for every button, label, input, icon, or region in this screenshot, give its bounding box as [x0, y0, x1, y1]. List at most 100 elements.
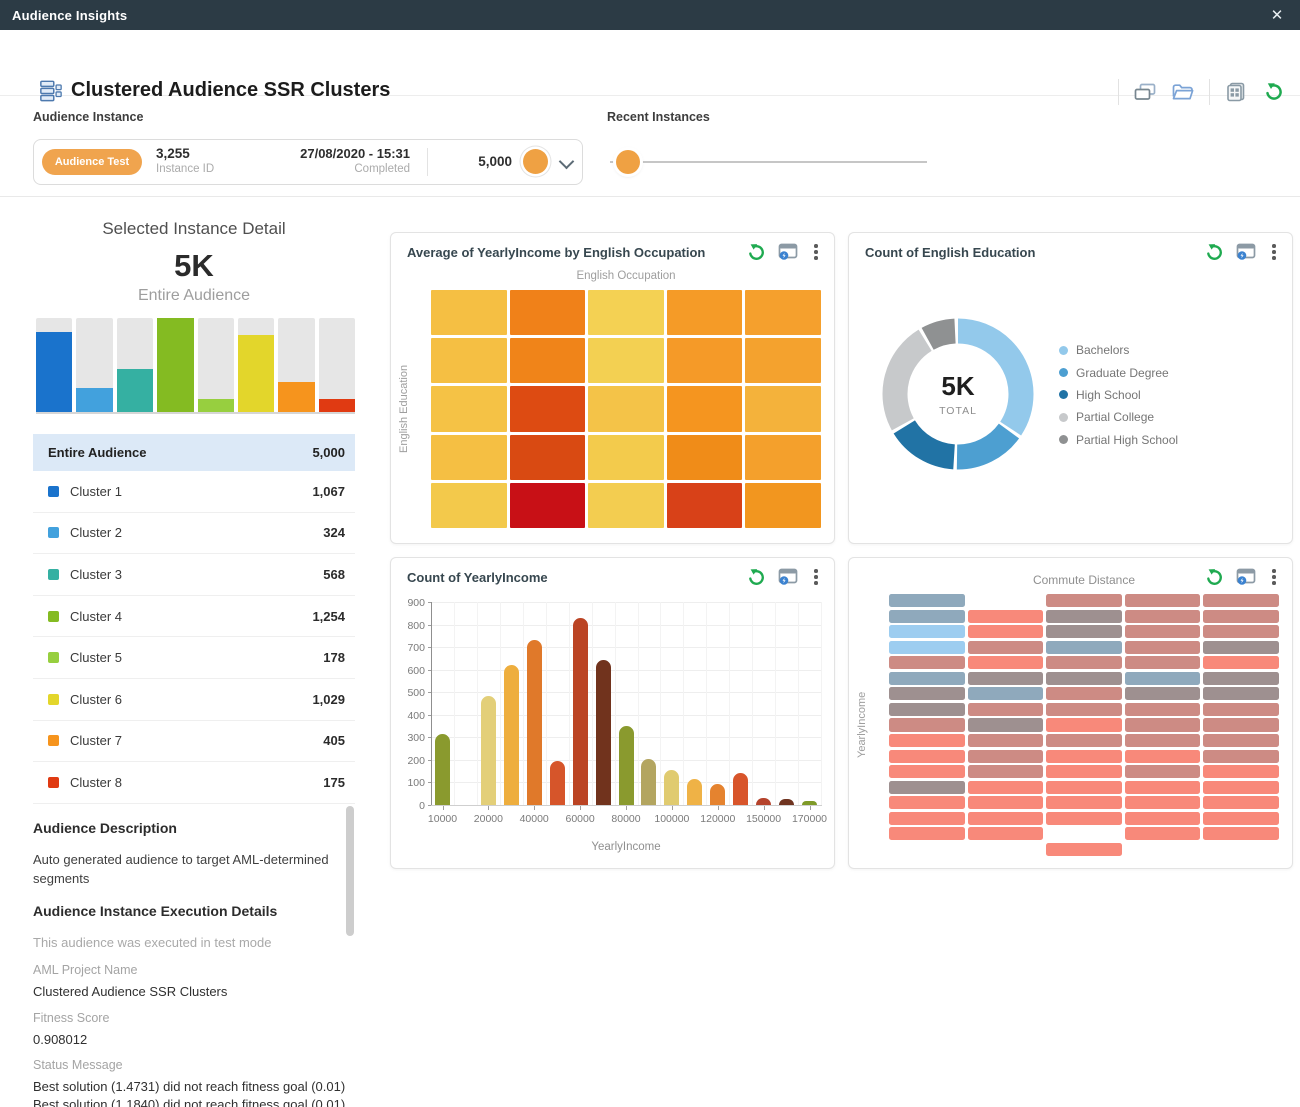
commute-cell[interactable]: [889, 594, 965, 607]
legend-item[interactable]: High School: [1059, 384, 1178, 406]
commute-cell[interactable]: [1203, 812, 1279, 825]
commute-cell[interactable]: [1125, 610, 1201, 623]
commute-cell[interactable]: [1046, 796, 1122, 809]
income-bar[interactable]: [596, 660, 611, 806]
income-bar[interactable]: [527, 640, 542, 805]
commute-cell[interactable]: [1125, 703, 1201, 716]
refresh-icon[interactable]: [1262, 80, 1286, 104]
refresh-icon[interactable]: [1204, 567, 1224, 587]
commute-cell[interactable]: [889, 672, 965, 685]
heatmap-cell[interactable]: [510, 435, 586, 480]
commute-cell[interactable]: [1046, 812, 1122, 825]
commute-cell[interactable]: [968, 625, 1044, 638]
commute-cell[interactable]: [1125, 656, 1201, 669]
commute-cell[interactable]: [968, 765, 1044, 778]
commute-cell[interactable]: [1046, 843, 1122, 856]
commute-cell[interactable]: [1125, 812, 1201, 825]
commute-cell[interactable]: [1203, 656, 1279, 669]
heatmap-cell[interactable]: [431, 290, 507, 335]
income-bar[interactable]: [733, 773, 748, 805]
commute-cell[interactable]: [1125, 765, 1201, 778]
heatmap-cell[interactable]: [510, 290, 586, 335]
commute-cell[interactable]: [1046, 765, 1122, 778]
commute-cell[interactable]: [968, 781, 1044, 794]
cluster-row[interactable]: Cluster 2324: [33, 513, 355, 555]
heatmap-cell[interactable]: [667, 386, 743, 431]
cluster-row[interactable]: Cluster 5178: [33, 637, 355, 679]
commute-cell[interactable]: [1046, 672, 1122, 685]
income-bar[interactable]: [802, 801, 817, 806]
commute-cell[interactable]: [1046, 610, 1122, 623]
commute-cell[interactable]: [1125, 594, 1201, 607]
commute-cell[interactable]: [1203, 765, 1279, 778]
commute-cell[interactable]: [889, 610, 965, 623]
commute-cell[interactable]: [1046, 594, 1122, 607]
kebab-menu-icon[interactable]: [1268, 569, 1280, 585]
commute-cell[interactable]: [1125, 827, 1201, 840]
legend-item[interactable]: Graduate Degree: [1059, 361, 1178, 383]
commute-cell[interactable]: [1046, 750, 1122, 763]
commute-cell[interactable]: [1203, 672, 1279, 685]
commute-cell[interactable]: [889, 734, 965, 747]
income-bar[interactable]: [710, 784, 725, 805]
auto-refresh-window-icon[interactable]: [1236, 567, 1256, 587]
commute-cell[interactable]: [1125, 781, 1201, 794]
commute-cell[interactable]: [889, 656, 965, 669]
commute-cell[interactable]: [1046, 625, 1122, 638]
commute-cell[interactable]: [1203, 594, 1279, 607]
income-bar[interactable]: [664, 770, 679, 805]
heatmap-cell[interactable]: [745, 338, 821, 383]
auto-refresh-window-icon[interactable]: [1236, 242, 1256, 262]
commute-cell[interactable]: [1203, 718, 1279, 731]
heatmap-cell[interactable]: [667, 435, 743, 480]
heatmap-cell[interactable]: [745, 435, 821, 480]
commute-cell[interactable]: [1203, 781, 1279, 794]
commute-cell[interactable]: [889, 750, 965, 763]
commute-cell[interactable]: [1125, 718, 1201, 731]
legend-item[interactable]: Partial College: [1059, 406, 1178, 428]
heatmap-cell[interactable]: [588, 435, 664, 480]
commute-cell[interactable]: [968, 812, 1044, 825]
income-bar[interactable]: [550, 761, 565, 805]
commute-cell[interactable]: [1125, 796, 1201, 809]
heatmap-cell[interactable]: [588, 338, 664, 383]
commute-cell[interactable]: [889, 812, 965, 825]
audience-instance-card[interactable]: Audience Test 3,255 Instance ID 27/08/20…: [33, 139, 583, 185]
sidebar-scrollbar[interactable]: [346, 806, 354, 936]
cluster-row[interactable]: Cluster 61,029: [33, 679, 355, 721]
commute-cell[interactable]: [1203, 703, 1279, 716]
heatmap-cell[interactable]: [431, 435, 507, 480]
heatmap-cell[interactable]: [510, 338, 586, 383]
commute-cell[interactable]: [889, 765, 965, 778]
commute-cell[interactable]: [968, 718, 1044, 731]
entire-audience-row[interactable]: Entire Audience 5,000: [33, 434, 355, 471]
heatmap-cell[interactable]: [667, 338, 743, 383]
legend-item[interactable]: Partial High School: [1059, 429, 1178, 451]
slider-handle[interactable]: [616, 150, 640, 174]
commute-cell[interactable]: [1203, 610, 1279, 623]
income-bar[interactable]: [641, 759, 656, 805]
commute-cell[interactable]: [889, 781, 965, 794]
commute-cell[interactable]: [1125, 625, 1201, 638]
commute-cell[interactable]: [1203, 687, 1279, 700]
recent-instances-slider[interactable]: [610, 150, 930, 174]
open-folder-icon[interactable]: [1171, 80, 1195, 104]
commute-cell[interactable]: [968, 796, 1044, 809]
kebab-menu-icon[interactable]: [1268, 244, 1280, 260]
heatmap-cell[interactable]: [667, 290, 743, 335]
cluster-row[interactable]: Cluster 41,254: [33, 596, 355, 638]
commute-cell[interactable]: [1046, 656, 1122, 669]
cluster-row[interactable]: Cluster 8175: [33, 762, 355, 804]
commute-cell[interactable]: [1125, 734, 1201, 747]
heatmap-cell[interactable]: [431, 386, 507, 431]
commute-cell[interactable]: [968, 672, 1044, 685]
commute-cell[interactable]: [968, 641, 1044, 654]
cluster-row[interactable]: Cluster 7405: [33, 721, 355, 763]
heatmap-cell[interactable]: [510, 483, 586, 528]
commute-cell[interactable]: [1046, 641, 1122, 654]
cluster-row[interactable]: Cluster 3568: [33, 554, 355, 596]
income-bar[interactable]: [481, 696, 496, 805]
commute-cell[interactable]: [889, 687, 965, 700]
copy-icon[interactable]: [1133, 80, 1157, 104]
income-bar[interactable]: [504, 665, 519, 805]
